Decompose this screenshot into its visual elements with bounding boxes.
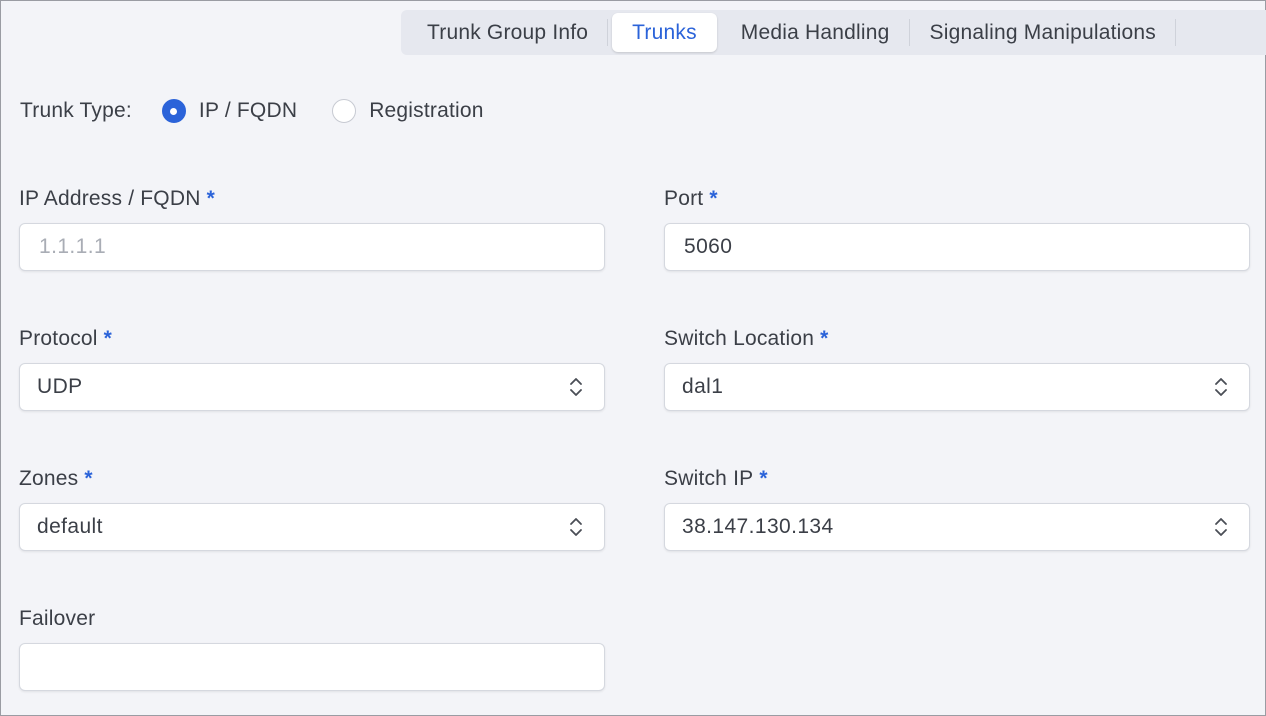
radio-option-ip-fqdn[interactable]: IP / FQDN: [161, 99, 298, 123]
radio-label-registration: Registration: [369, 99, 484, 122]
tab-signaling-manipulations[interactable]: Signaling Manipulations: [910, 13, 1177, 52]
radio-button-registration[interactable]: [332, 99, 357, 123]
zones-field-group: Zones * default: [19, 465, 605, 551]
protocol-select[interactable]: UDP: [19, 363, 605, 411]
chevron-up-down-icon: [570, 518, 582, 536]
port-field-group: Port *: [664, 185, 1250, 271]
ip-address-input[interactable]: [20, 235, 604, 259]
port-input[interactable]: [665, 235, 1249, 259]
required-marker: *: [820, 327, 829, 350]
switch-location-value: dal1: [682, 375, 724, 398]
required-marker: *: [84, 467, 93, 490]
ip-address-box: [19, 223, 605, 271]
required-marker: *: [759, 467, 768, 490]
ip-address-field-group: IP Address / FQDN *: [19, 185, 605, 271]
form-panel: Trunk Group Info Trunks Media Handling S…: [0, 0, 1266, 716]
protocol-field-group: Protocol * UDP: [19, 325, 605, 411]
failover-box: [19, 643, 605, 691]
switch-ip-label: Switch IP: [664, 467, 754, 490]
radio-label-ip-fqdn: IP / FQDN: [198, 99, 298, 122]
zones-value: default: [37, 515, 103, 538]
switch-ip-field-group: Switch IP * 38.147.130.134: [664, 465, 1250, 551]
required-marker: *: [709, 187, 718, 210]
ip-address-label: IP Address / FQDN: [19, 187, 201, 210]
tab-bar: Trunk Group Info Trunks Media Handling S…: [401, 10, 1266, 55]
tab-media-handling[interactable]: Media Handling: [721, 13, 910, 52]
protocol-label: Protocol: [19, 327, 98, 350]
switch-ip-value: 38.147.130.134: [682, 515, 834, 538]
port-box: [664, 223, 1250, 271]
switch-location-select[interactable]: dal1: [664, 363, 1250, 411]
switch-location-field-group: Switch Location * dal1: [664, 325, 1250, 411]
required-marker: *: [206, 187, 215, 210]
zones-select[interactable]: default: [19, 503, 605, 551]
port-label: Port: [664, 187, 704, 210]
required-marker: *: [103, 327, 113, 350]
trunk-type-group: Trunk Type: IP / FQDN Registration: [20, 93, 484, 129]
radio-option-registration[interactable]: Registration: [332, 99, 483, 123]
zones-label: Zones: [19, 467, 79, 490]
trunk-type-label: Trunk Type:: [20, 99, 132, 122]
tab-trunks[interactable]: Trunks: [612, 13, 717, 52]
radio-button-ip-fqdn[interactable]: [161, 99, 186, 123]
protocol-value: UDP: [37, 375, 83, 398]
failover-field-group: Failover: [19, 605, 605, 691]
chevron-up-down-icon: [570, 378, 582, 396]
failover-label: Failover: [19, 607, 96, 630]
tab-trunk-group-info[interactable]: Trunk Group Info: [407, 13, 609, 52]
chevron-up-down-icon: [1215, 378, 1227, 396]
failover-input[interactable]: [20, 655, 604, 679]
switch-ip-select[interactable]: 38.147.130.134: [664, 503, 1250, 551]
chevron-up-down-icon: [1215, 518, 1227, 536]
switch-location-label: Switch Location: [664, 327, 815, 350]
